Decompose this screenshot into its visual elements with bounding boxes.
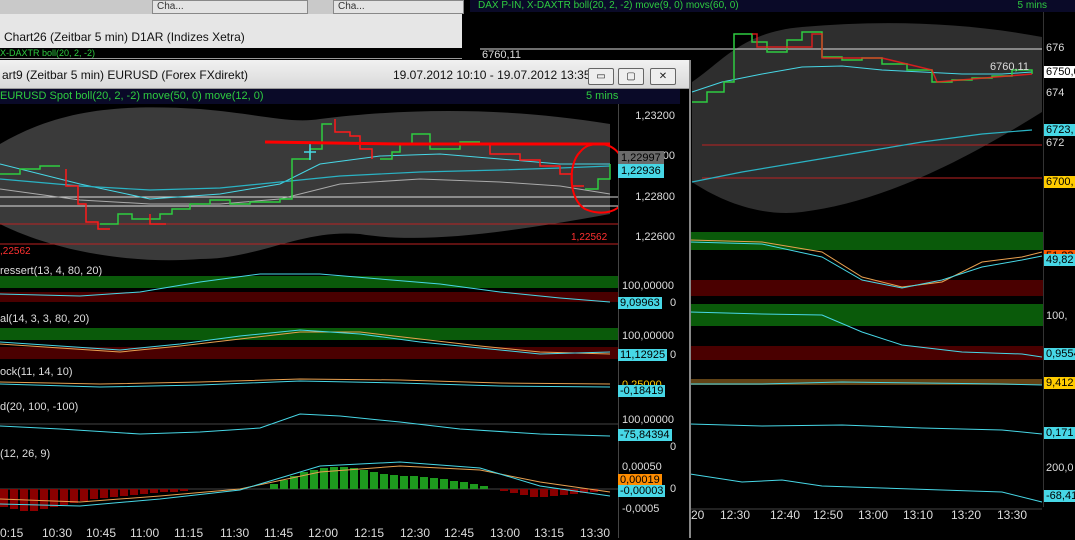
taskbar-item[interactable]: Cha...: [152, 0, 308, 14]
panel-5-axis-zero: 0: [670, 483, 677, 495]
chart26-title[interactable]: Chart26 (Zeitbar 5 min) D1AR (Indizes Xe…: [0, 28, 462, 46]
panel-1-label: ressert(13, 4, 80, 20): [0, 265, 103, 277]
panel-1-axis-zero: 0: [670, 297, 677, 309]
minimize-button[interactable]: ▭: [588, 68, 614, 85]
main-right-level: 1,22562: [571, 232, 608, 243]
price-upper-box: 1,22997: [618, 151, 664, 165]
axis-label: 1,23200: [635, 110, 675, 122]
panel-2-label: al(14, 3, 3, 80, 20): [0, 313, 90, 325]
axis-label: 1,22800: [635, 191, 675, 203]
bg-panel-value: 100,: [1046, 310, 1068, 322]
background-time-axis: 20 12:30 12:40 12:50 13:00 13:10 13:20 1…: [691, 508, 1043, 526]
chart26-indicator: X-DAXTR boll(20, 2, -2): [0, 48, 462, 58]
bg-panel-value: 0,9554: [1044, 348, 1075, 360]
panel-3-label: ock(11, 14, 10): [0, 366, 73, 378]
main-chart-header: EURUSD Spot boll(20, 2, -2) move(50, 0) …: [0, 89, 680, 104]
bg-panel-value: 49,82: [1044, 254, 1075, 266]
bg-time-label: 12:40: [770, 508, 801, 522]
axis-label: 1,22600: [635, 231, 675, 243]
bg-time-label: 13:10: [903, 508, 934, 522]
bg-panel-value: -68,41: [1044, 490, 1075, 502]
panel-2-axis-top: 100,00000: [622, 330, 674, 342]
bg-time-label: 13:00: [858, 508, 889, 522]
bg-price-box: 6723,: [1044, 124, 1075, 136]
bg-panel-value: 200,0: [1046, 462, 1074, 474]
bg-axis-label: 676: [1046, 42, 1065, 54]
bg-time-label: 12:50: [813, 508, 844, 522]
panel-3-value: -0,18419: [618, 385, 666, 397]
panel-4-label: d(20, 100, -100): [0, 401, 79, 413]
background-chart-indicator: DAX P-IN, X-DAXTR boll(20, 2, -2) move(9…: [478, 0, 739, 11]
bg-time-label: 12:30: [720, 508, 751, 522]
panel-4-value: -75,84394: [618, 429, 672, 441]
bg-axis-label: 672: [1046, 137, 1065, 149]
background-price-axis: 676 6750,0 674 672 6723, 6700, 51,23 49,…: [1043, 12, 1075, 507]
chart9-date-range: 19.07.2012 10:10 - 19.07.2012 13:35: [393, 68, 591, 82]
main-indicator-label: EURUSD Spot boll(20, 2, -2) move(50, 0) …: [0, 90, 264, 102]
panel-4-axis-top: 100,00000: [622, 414, 674, 426]
bg-time-label: 13:20: [951, 508, 982, 522]
main-price-chart[interactable]: [0, 104, 618, 538]
panel-2-value: 11,12925: [618, 349, 668, 361]
background-chart-interval: 5 mins: [1017, 0, 1047, 11]
main-interval: 5 mins: [586, 90, 619, 102]
panel-5-value2: -0,00003: [618, 485, 666, 497]
main-left-level: ,22562: [0, 246, 31, 257]
restore-button[interactable]: ▢: [618, 68, 644, 85]
chart9-title: art9 (Zeitbar 5 min) EURUSD (Forex FXdir…: [2, 68, 249, 82]
taskbar-item[interactable]: Cha...: [333, 0, 464, 14]
panel-1-value: 9,09963: [618, 297, 662, 309]
bg-price-box: 6750,0: [1044, 66, 1075, 78]
panel-2-axis-zero: 0: [670, 349, 677, 361]
price-current-box: 1,22936: [618, 164, 664, 178]
bg-panel-value: 9,412: [1044, 377, 1075, 389]
panel-5-axis-top: 0,00050: [622, 461, 662, 473]
bg-time-label: 20: [691, 508, 705, 522]
chart9-title-bar[interactable]: art9 (Zeitbar 5 min) EURUSD (Forex FXdir…: [0, 60, 689, 89]
bg-axis-label: 674: [1046, 87, 1065, 99]
bg-price-box: 6700,: [1044, 176, 1075, 188]
background-level-right: 6760,11: [990, 61, 1029, 73]
panel-5-axis-bottom: -0,0005: [622, 503, 660, 515]
panel-1-axis-top: 100,00000: [622, 280, 674, 292]
bg-time-label: 13:30: [997, 508, 1028, 522]
chart26-title-text: Chart26 (Zeitbar 5 min) D1AR (Indizes Xe…: [4, 30, 245, 44]
taskbar: Cha... Cha...: [0, 0, 464, 14]
panel-5-label: (12, 26, 9): [0, 448, 51, 460]
background-chart-title: DAX P-IN, X-DAXTR boll(20, 2, -2) move(9…: [470, 0, 1075, 12]
close-button[interactable]: ✕: [650, 68, 676, 85]
panel-4-axis-zero: 0: [670, 441, 677, 453]
main-time-axis: 0:15 10:30 10:45 11:00 11:15 11:30 11:45…: [0, 524, 618, 540]
bg-panel-value: 0,171: [1044, 427, 1075, 439]
